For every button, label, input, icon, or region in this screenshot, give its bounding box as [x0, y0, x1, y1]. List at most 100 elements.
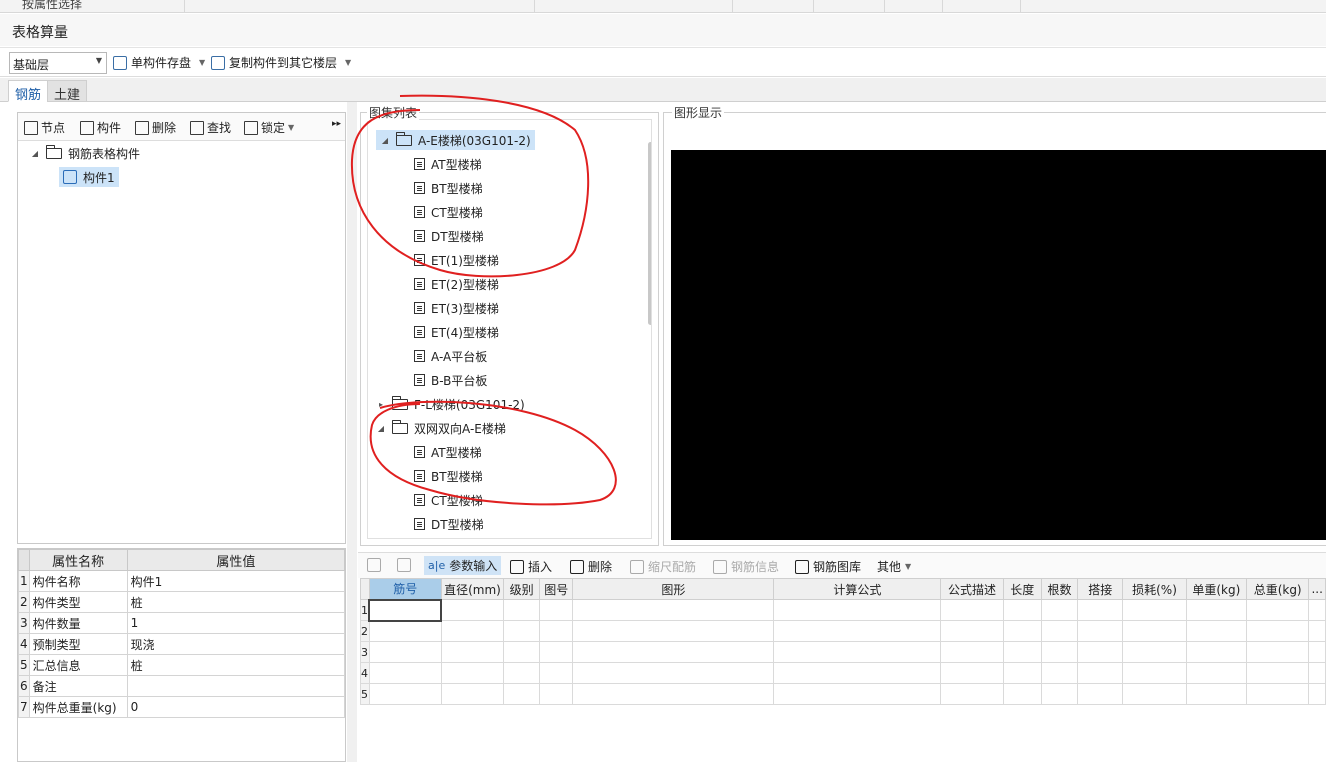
find-button[interactable]: 查找: [190, 119, 231, 136]
rebar-cell[interactable]: [940, 641, 1004, 663]
rebar-cell[interactable]: [773, 683, 942, 705]
atlas-group-node[interactable]: ◢ A-E楼梯(03G101-2): [376, 130, 535, 150]
add-node-button[interactable]: 节点: [24, 119, 65, 136]
expand-arrow-icon[interactable]: ◢: [380, 136, 390, 145]
atlas-item-node[interactable]: BT型楼梯: [414, 178, 483, 198]
atlas-item-node[interactable]: DT型楼梯: [414, 514, 484, 534]
rebar-cell[interactable]: [1077, 641, 1124, 663]
tree-root-node[interactable]: ◢ 钢筋表格构件: [30, 143, 140, 163]
delete-row-button[interactable]: 删除: [570, 558, 612, 575]
rebar-cell[interactable]: [1122, 599, 1187, 621]
rebar-cell[interactable]: [368, 641, 442, 663]
rebar-cell[interactable]: [539, 683, 574, 705]
rebar-cell[interactable]: [1308, 641, 1326, 663]
insert-row-button[interactable]: 插入: [510, 558, 552, 575]
rebar-cell[interactable]: [572, 620, 775, 642]
tab-civil[interactable]: 土建: [47, 80, 88, 103]
other-menu-button[interactable]: 其他 ▼: [877, 558, 911, 575]
rebar-row[interactable]: 2: [360, 620, 1326, 642]
rebar-cell[interactable]: [1185, 620, 1248, 642]
atlas-scrollbar[interactable]: [648, 142, 651, 325]
rebar-cell[interactable]: [773, 599, 942, 621]
move-down-button[interactable]: [397, 558, 411, 572]
property-row[interactable]: 3 构件数量 1: [18, 612, 346, 634]
select-by-attribute-tab[interactable]: 按属性选择: [22, 0, 82, 12]
atlas-item-node[interactable]: DT型楼梯: [414, 226, 484, 246]
property-value-cell[interactable]: [126, 675, 346, 697]
atlas-item-node[interactable]: ET(1)型楼梯: [414, 250, 499, 270]
rebar-cell[interactable]: [1077, 599, 1124, 621]
property-value-cell[interactable]: 桩: [126, 654, 346, 676]
rebar-cell[interactable]: [773, 620, 942, 642]
rebar-cell[interactable]: [1185, 683, 1248, 705]
property-row[interactable]: 7 构件总重量(kg) 0: [18, 696, 346, 718]
rebar-cell[interactable]: [440, 620, 505, 642]
rebar-column-header[interactable]: 图形: [572, 578, 775, 600]
rebar-cell[interactable]: [1040, 662, 1079, 684]
rebar-cell[interactable]: [940, 683, 1004, 705]
atlas-item-node[interactable]: A-A平台板: [414, 346, 487, 366]
rebar-column-header[interactable]: 筋号: [368, 578, 442, 600]
rebar-cell[interactable]: [572, 662, 775, 684]
atlas-item-node[interactable]: CT型楼梯: [414, 202, 483, 222]
property-row[interactable]: 2 构件类型桩: [18, 591, 346, 613]
rebar-cell[interactable]: [1245, 683, 1310, 705]
rebar-cell[interactable]: [773, 662, 942, 684]
rebar-cell[interactable]: [1308, 662, 1326, 684]
graphic-canvas[interactable]: [671, 150, 1326, 540]
scale-rebar-button[interactable]: 缩尺配筋: [630, 558, 696, 575]
atlas-item-node[interactable]: BT型楼梯: [414, 466, 483, 486]
rebar-cell[interactable]: [1122, 683, 1187, 705]
rebar-cell[interactable]: [1245, 662, 1310, 684]
property-row[interactable]: 6 备注: [18, 675, 346, 697]
tab-rebar[interactable]: 钢筋: [8, 80, 49, 103]
rebar-cell[interactable]: [1122, 662, 1187, 684]
rebar-cell[interactable]: [539, 662, 574, 684]
rebar-column-header[interactable]: 搭接: [1077, 578, 1124, 600]
rebar-row[interactable]: 4: [360, 662, 1326, 684]
property-row[interactable]: 1 构件名称 构件1: [18, 570, 346, 592]
rebar-library-button[interactable]: 钢筋图库: [795, 558, 861, 575]
rebar-cell[interactable]: [1245, 620, 1310, 642]
expand-arrow-icon[interactable]: ◢: [376, 424, 386, 433]
rebar-cell[interactable]: [1308, 599, 1326, 621]
rebar-column-header[interactable]: 图号: [539, 578, 574, 600]
rebar-cell[interactable]: [1245, 641, 1310, 663]
param-input-button[interactable]: a|e 参数输入: [424, 556, 502, 575]
rebar-cell[interactable]: [1185, 662, 1248, 684]
rebar-cell[interactable]: [1040, 620, 1079, 642]
expand-arrow-icon[interactable]: ◢: [30, 149, 40, 158]
atlas-item-node[interactable]: ET(4)型楼梯: [414, 322, 499, 342]
rebar-cell[interactable]: [440, 662, 505, 684]
rebar-cell[interactable]: [572, 599, 775, 621]
rebar-cell[interactable]: [539, 599, 574, 621]
property-row[interactable]: 5 汇总信息桩: [18, 654, 346, 676]
rebar-cell[interactable]: [940, 620, 1004, 642]
atlas-item-node[interactable]: B-B平台板: [414, 370, 487, 390]
rebar-cell[interactable]: [440, 599, 505, 621]
rebar-cell[interactable]: [503, 662, 541, 684]
rebar-column-header[interactable]: ...: [1308, 578, 1326, 600]
add-component-button[interactable]: 构件: [80, 119, 121, 136]
rebar-column-header[interactable]: 直径(mm): [440, 578, 505, 600]
property-row[interactable]: 4 预制类型 现浇: [18, 633, 346, 655]
rebar-info-button[interactable]: 钢筋信息: [713, 558, 779, 575]
rebar-row[interactable]: 1: [360, 598, 1326, 622]
property-value-cell[interactable]: 现浇: [126, 633, 346, 655]
rebar-cell[interactable]: [1077, 620, 1124, 642]
collapse-arrow-icon[interactable]: ▸: [376, 400, 386, 409]
rebar-cell[interactable]: [940, 599, 1004, 621]
rebar-cell[interactable]: [1185, 641, 1248, 663]
rebar-cell[interactable]: [1308, 620, 1326, 642]
property-value-cell[interactable]: 1: [126, 612, 346, 634]
rebar-column-header[interactable]: 长度: [1002, 578, 1042, 600]
property-value-cell[interactable]: 构件1: [126, 570, 346, 592]
rebar-cell[interactable]: [503, 641, 541, 663]
rebar-row[interactable]: 5: [360, 683, 1326, 705]
rebar-column-header[interactable]: 级别: [503, 578, 541, 600]
rebar-cell[interactable]: [1185, 599, 1248, 621]
rebar-cell[interactable]: [773, 641, 942, 663]
rebar-cell[interactable]: [503, 599, 541, 621]
lock-button[interactable]: 锁定 ▼: [244, 119, 294, 136]
panel-splitter[interactable]: [347, 102, 357, 762]
